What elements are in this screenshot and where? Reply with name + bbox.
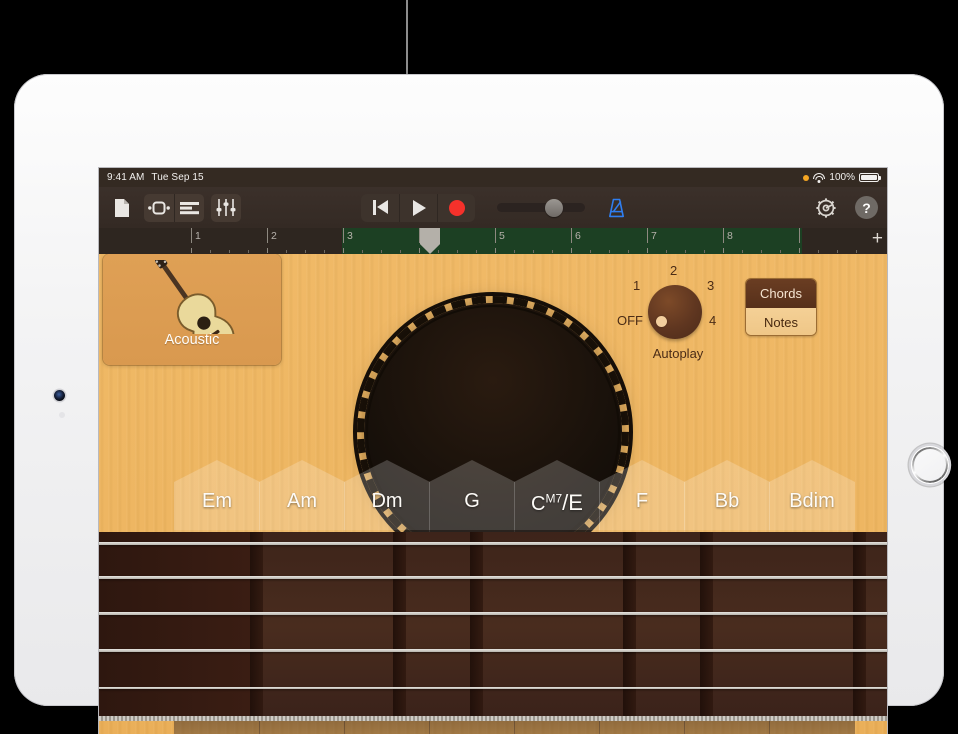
battery-icon [859, 173, 879, 183]
metronome-icon[interactable] [607, 198, 625, 217]
gear-icon[interactable] [811, 194, 841, 222]
front-camera-icon [54, 390, 65, 401]
autoplay-caption: Autoplay [635, 346, 721, 361]
guitar-string[interactable] [99, 687, 887, 689]
cycle-region[interactable] [342, 228, 802, 254]
chord-strip-label: Dm [344, 490, 430, 513]
autoplay-pos-4[interactable]: 4 [709, 313, 716, 328]
app-screen: 9:41 AM Tue Sep 15 100% [99, 168, 887, 734]
instrument-card-label: Acoustic [165, 332, 220, 348]
orange-dot-icon [803, 175, 809, 181]
chords-notes-switch[interactable]: Chords Notes [745, 278, 817, 336]
autoplay-pos-off[interactable]: OFF [617, 313, 643, 328]
chord-strip-label: G [429, 490, 515, 513]
chord-strip-label: CM7/E [514, 490, 600, 516]
play-button[interactable] [399, 194, 437, 222]
autoplay-knob[interactable] [648, 285, 702, 339]
autoplay-pos-1[interactable]: 1 [633, 278, 640, 293]
guitar-string[interactable] [99, 716, 887, 721]
ruler-bar-number: 2 [271, 230, 277, 242]
ambient-sensor-icon [59, 412, 65, 418]
knob-indicator [656, 316, 667, 327]
wifi-icon [813, 173, 825, 183]
autoplay-pos-3[interactable]: 3 [707, 278, 714, 293]
timeline-ruler[interactable]: 1 2 3 4 5 6 7 8 + [99, 228, 887, 254]
acoustic-guitar-icon [144, 260, 240, 334]
transport-controls [361, 194, 475, 222]
ipad-device-frame: 9:41 AM Tue Sep 15 100% [14, 74, 944, 706]
notes-option[interactable]: Notes [746, 308, 816, 336]
chord-strip-label: Bdim [769, 490, 855, 513]
autoplay-control[interactable]: OFF 1 2 3 4 Autoplay [617, 258, 737, 363]
chords-option[interactable]: Chords [746, 279, 816, 308]
document-icon[interactable] [107, 194, 137, 222]
ruler-bar-number: 8 [727, 230, 733, 242]
screenshot-root: 9:41 AM Tue Sep 15 100% [0, 0, 958, 734]
status-bar: 9:41 AM Tue Sep 15 100% [99, 168, 887, 187]
fretboard[interactable] [99, 532, 887, 721]
guitar-string[interactable] [99, 612, 887, 615]
guitar-string[interactable] [99, 576, 887, 579]
help-button[interactable]: ? [855, 196, 878, 219]
chord-strip-label: Bb [684, 490, 770, 513]
rewind-button[interactable] [361, 194, 399, 222]
chord-strip-label: Am [259, 490, 345, 513]
battery-percent: 100% [829, 172, 855, 183]
ruler-bar-number: 1 [195, 230, 201, 242]
mixer-icon[interactable] [211, 194, 241, 222]
track-view-icon[interactable] [174, 194, 204, 222]
add-track-button[interactable]: + [872, 231, 883, 247]
chord-strip-label: F [599, 490, 685, 513]
main-toolbar: ? [99, 187, 887, 228]
ruler-bar-number: 7 [651, 230, 657, 242]
ruler-bar-number: 6 [575, 230, 581, 242]
status-date: Tue Sep 15 [151, 172, 203, 183]
fretboard-nut [99, 532, 250, 721]
view-buttons-group [144, 194, 204, 222]
slider-knob[interactable] [545, 199, 563, 217]
ruler-bar-number: 3 [347, 230, 353, 242]
guitar-instrument-area: Acoustic OFF 1 2 3 4 Autoplay Chords Not… [99, 254, 887, 734]
instrument-card[interactable]: Acoustic [103, 254, 281, 365]
home-button[interactable] [911, 446, 949, 484]
loop-browser-icon[interactable] [144, 194, 174, 222]
autoplay-pos-2[interactable]: 2 [670, 263, 677, 278]
chord-strip-label: Em [174, 490, 260, 513]
guitar-string[interactable] [99, 649, 887, 652]
ruler-bar-number: 5 [499, 230, 505, 242]
guitar-string[interactable] [99, 542, 887, 545]
master-volume-slider[interactable] [497, 203, 585, 212]
record-button[interactable] [437, 194, 475, 222]
status-time: 9:41 AM [107, 172, 144, 183]
